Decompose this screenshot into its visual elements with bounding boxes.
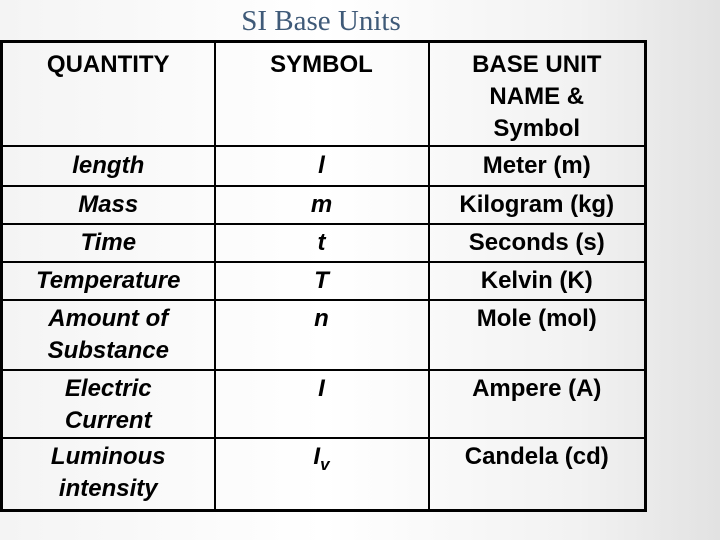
table-row: Temperature T Kelvin (K) bbox=[0, 261, 647, 301]
si-base-units-table: QUANTITY SYMBOL BASE UNIT NAME & Symbol … bbox=[0, 40, 647, 512]
header-base-unit-line1: BASE UNIT bbox=[472, 51, 602, 78]
symbol-cell: n bbox=[213, 299, 430, 371]
quantity-cell: Luminous intensity bbox=[0, 437, 216, 511]
unit-cell: Seconds (s) bbox=[427, 223, 647, 263]
table-row: Luminous intensity Iv Candela (cd) bbox=[0, 437, 647, 511]
table-row: Mass m Kilogram (kg) bbox=[0, 185, 647, 225]
header-symbol: SYMBOL bbox=[213, 40, 430, 147]
unit-cell: Kelvin (K) bbox=[427, 261, 647, 301]
quantity-cell: length bbox=[0, 145, 216, 187]
quantity-cell: Temperature bbox=[0, 261, 216, 301]
header-base-unit: BASE UNIT NAME & Symbol bbox=[427, 40, 647, 147]
symbol-cell: Iv bbox=[213, 437, 430, 511]
symbol-cell: t bbox=[213, 223, 430, 263]
quantity-cell: Time bbox=[0, 223, 216, 263]
quantity-cell: Electric Current bbox=[0, 369, 216, 439]
quantity-cell: Mass bbox=[0, 185, 216, 225]
table-row: Electric Current I Ampere (A) bbox=[0, 369, 647, 439]
unit-cell: Ampere (A) bbox=[427, 369, 647, 439]
unit-cell: Mole (mol) bbox=[427, 299, 647, 371]
header-base-unit-line2: NAME & bbox=[489, 83, 585, 110]
symbol-cell: m bbox=[213, 185, 430, 225]
unit-cell: Kilogram (kg) bbox=[427, 185, 647, 225]
header-quantity: QUANTITY bbox=[0, 40, 216, 147]
unit-cell: Candela (cd) bbox=[427, 437, 647, 511]
symbol-cell: I bbox=[213, 369, 430, 439]
symbol-cell: T bbox=[213, 261, 430, 301]
symbol-cell: l bbox=[213, 145, 430, 187]
table-row: Time t Seconds (s) bbox=[0, 223, 647, 263]
symbol-subscript: v bbox=[320, 455, 330, 474]
table-row: Amount of Substance n Mole (mol) bbox=[0, 299, 647, 371]
slide-title: SI Base Units bbox=[241, 5, 401, 37]
unit-cell: Meter (m) bbox=[427, 145, 647, 187]
header-base-unit-line3: Symbol bbox=[493, 115, 581, 142]
quantity-cell: Amount of Substance bbox=[0, 299, 216, 371]
table-header-row: QUANTITY SYMBOL BASE UNIT NAME & Symbol bbox=[0, 40, 647, 147]
table-row: length l Meter (m) bbox=[0, 145, 647, 187]
